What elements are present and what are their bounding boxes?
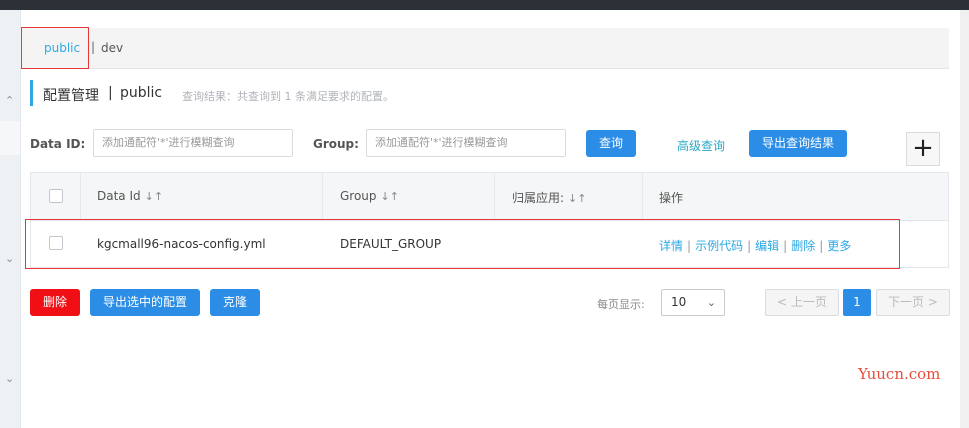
column-header-group[interactable]: Group ↓↑ <box>340 189 399 203</box>
page-title: 配置管理 <box>43 88 99 104</box>
dataid-input[interactable]: 添加通配符'*'进行模糊查询 <box>93 129 293 157</box>
sidebar-selected-item[interactable] <box>0 121 20 155</box>
sort-icon[interactable]: ↓↑ <box>568 192 586 205</box>
title-separator: | <box>108 85 113 101</box>
watermark: Yuucn.com <box>858 365 941 383</box>
tab-dev[interactable]: dev <box>101 41 123 55</box>
query-button[interactable]: 查询 <box>586 130 636 157</box>
plus-icon: + <box>912 133 934 163</box>
title-accent-bar <box>30 80 33 106</box>
add-config-button[interactable]: + <box>906 132 940 166</box>
query-result-text: 查询结果：共查询到 1 条满足要求的配置。 <box>182 90 394 103</box>
left-sidebar: ⌃ ⌄ ⌄ <box>0 10 21 428</box>
sort-icon[interactable]: ↓↑ <box>145 190 163 203</box>
chevron-down-icon: ⌄ <box>706 296 716 309</box>
top-bar <box>0 0 969 10</box>
tab-separator: | <box>91 40 96 54</box>
scrollbar[interactable] <box>960 10 969 428</box>
clone-button[interactable]: 克隆 <box>210 289 260 316</box>
advanced-query-link[interactable]: 高级查询 <box>677 137 725 154</box>
export-selected-button[interactable]: 导出选中的配置 <box>90 289 200 316</box>
namespace-tabs: public | dev <box>20 28 949 69</box>
namespace-name: public <box>120 85 163 101</box>
column-header-dataid[interactable]: Data Id ↓↑ <box>97 189 163 203</box>
next-page-button[interactable]: 下一页 > <box>876 289 950 316</box>
column-header-app[interactable]: 归属应用: ↓↑ <box>512 189 586 206</box>
chevron-down-icon[interactable]: ⌄ <box>5 252 14 265</box>
column-header-actions: 操作 <box>659 191 684 205</box>
group-input[interactable]: 添加通配符'*'进行模糊查询 <box>366 129 566 157</box>
chevron-up-icon[interactable]: ⌃ <box>5 94 14 107</box>
prev-page-button[interactable]: < 上一页 <box>765 289 839 316</box>
sort-icon[interactable]: ↓↑ <box>381 190 399 203</box>
current-page-button[interactable]: 1 <box>843 289 871 316</box>
dataid-label: Data ID: <box>30 137 86 151</box>
chevron-left-icon: < <box>777 295 791 309</box>
chevron-down-icon[interactable]: ⌄ <box>5 372 14 385</box>
page-size-select[interactable]: 10 ⌄ <box>661 289 725 316</box>
export-results-button[interactable]: 导出查询结果 <box>749 130 847 157</box>
group-label: Group: <box>313 137 359 151</box>
table-header: Data Id ↓↑ Group ↓↑ 归属应用: ↓↑ 操作 <box>31 173 948 221</box>
chevron-right-icon: > <box>924 295 938 309</box>
select-all-checkbox[interactable] <box>49 189 63 203</box>
bulk-delete-button[interactable]: 删除 <box>30 289 80 316</box>
highlight-box-tab <box>21 27 89 69</box>
highlight-box-row <box>25 219 900 269</box>
page-size-label: 每页显示: <box>597 298 645 311</box>
